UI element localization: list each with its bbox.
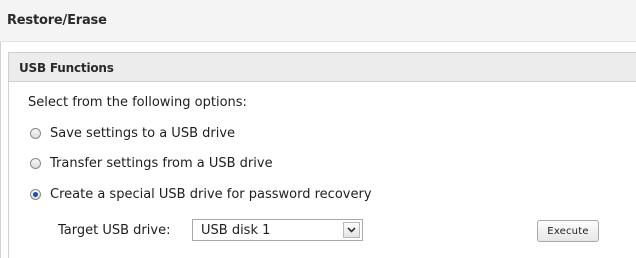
option-label: Create a special USB drive for password …: [50, 187, 372, 202]
option-save-settings[interactable]: Save settings to a USB drive: [30, 126, 235, 141]
radio-transfer-settings[interactable]: [30, 158, 41, 169]
option-label: Transfer settings from a USB drive: [50, 156, 273, 171]
option-password-recovery[interactable]: Create a special USB drive for password …: [30, 187, 372, 202]
panel-header: USB Functions: [9, 53, 636, 82]
execute-button[interactable]: Execute: [537, 220, 599, 242]
divider: [0, 42, 1, 258]
section-title: Restore/Erase: [7, 13, 107, 28]
dropdown-toggle[interactable]: [343, 222, 360, 238]
radio-save-settings[interactable]: [30, 128, 41, 139]
radio-password-recovery[interactable]: [30, 189, 41, 200]
chevron-down-icon: [347, 227, 356, 233]
panel-title: USB Functions: [19, 61, 114, 75]
target-usb-label: Target USB drive:: [58, 223, 171, 238]
section-header: Restore/Erase: [0, 0, 636, 42]
target-usb-value: USB disk 1: [201, 223, 271, 238]
option-transfer-settings[interactable]: Transfer settings from a USB drive: [30, 156, 273, 171]
target-usb-select[interactable]: USB disk 1: [192, 219, 363, 241]
target-usb-row: Target USB drive:: [58, 223, 170, 238]
usb-functions-panel: USB Functions Select from the following …: [8, 52, 636, 258]
option-label: Save settings to a USB drive: [50, 126, 236, 141]
options-intro-text: Select from the following options:: [28, 95, 247, 110]
